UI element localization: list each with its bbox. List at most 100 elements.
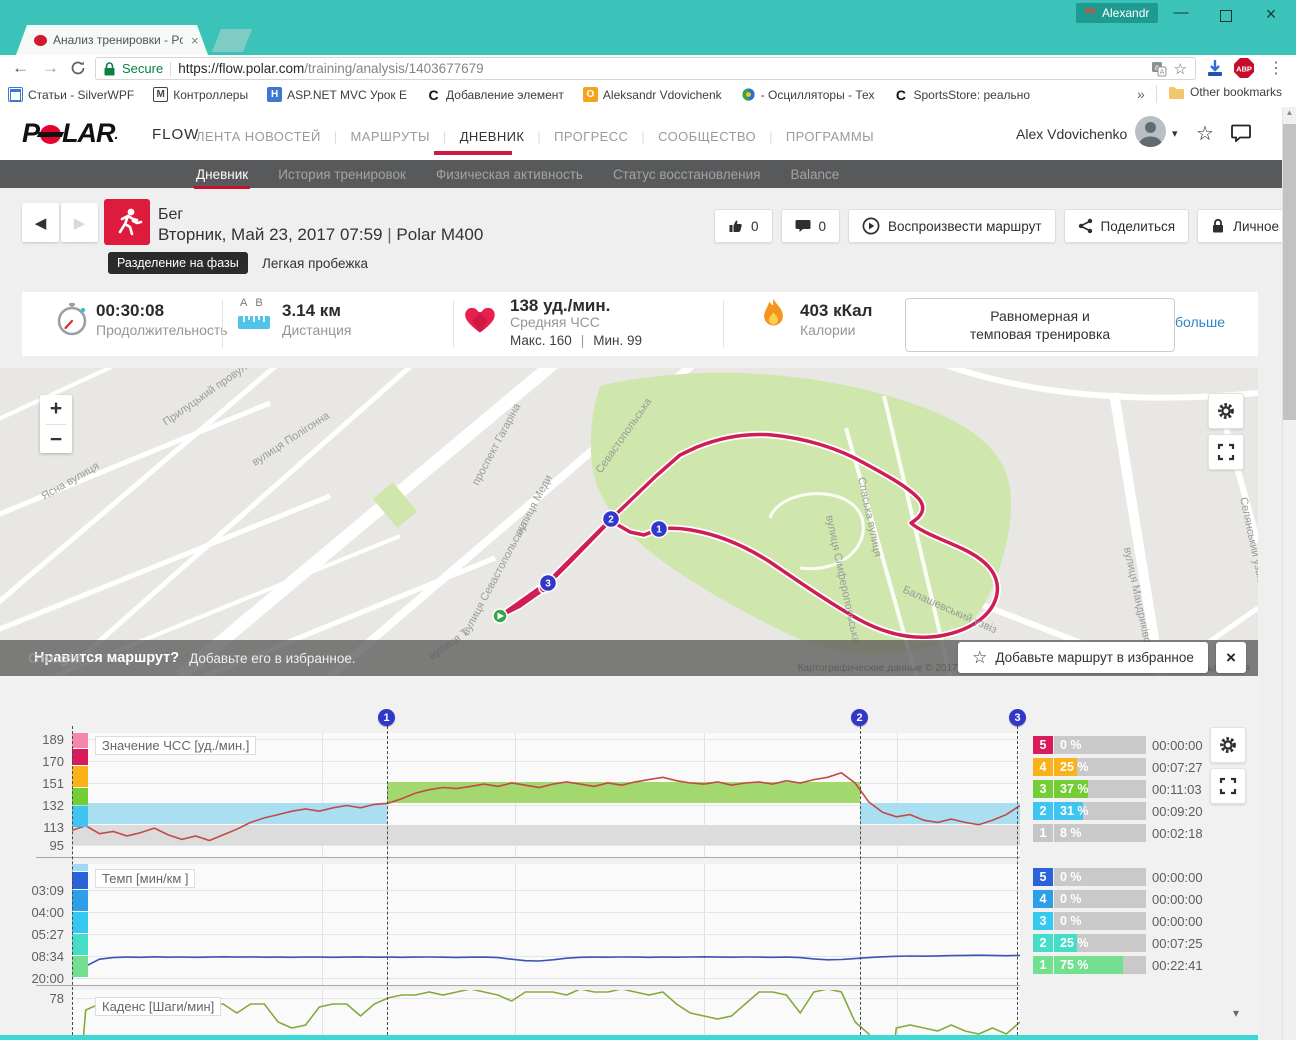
browser-menu-icon[interactable]: ⋮ — [1268, 58, 1284, 78]
download-extension-icon[interactable] — [1205, 58, 1225, 83]
browser-profile-chip[interactable]: Alexandr — [1076, 3, 1158, 23]
reload-icon — [70, 60, 86, 76]
window-close-button[interactable]: × — [1256, 4, 1286, 25]
back-button[interactable]: ← — [12, 58, 29, 78]
route-map[interactable]: вулиця Полігоннапроспект Гагарінавулиця … — [0, 368, 1258, 676]
replay-route-label: Воспроизвести маршрут — [888, 219, 1042, 234]
thumbs-up-icon — [728, 218, 743, 234]
favorites-star-icon[interactable]: ☆ — [1196, 121, 1214, 146]
nav-item-feed[interactable]: ЛЕНТА НОВОСТЕЙ — [196, 129, 321, 144]
nav-item-programs[interactable]: ПРОГРАММЫ — [786, 129, 874, 144]
subnav-recovery[interactable]: Статус восстановления — [613, 167, 761, 182]
nav-item-progress[interactable]: ПРОГРЕСС — [554, 129, 628, 144]
other-bookmarks-label: Other bookmarks — [1190, 85, 1282, 99]
color-favicon-icon — [741, 87, 756, 102]
add-route-favorite-button[interactable]: ☆ Добавьте маршрут в избранное — [958, 642, 1208, 673]
polar-main-nav: ЛЕНТА НОВОСТЕЙ| МАРШРУТЫ| ДНЕВНИК| ПРОГР… — [196, 129, 874, 144]
subnav-activity[interactable]: Физическая активность — [436, 167, 583, 182]
url-divider — [170, 62, 171, 76]
window-minimize-button[interactable]: — — [1166, 4, 1196, 21]
hr-max-min: Макс. 160|Мин. 99 — [510, 333, 642, 348]
pace-zone-row: 40 %00:00:00 — [1033, 890, 1233, 908]
nav-item-community[interactable]: СООБЩЕСТВО — [658, 129, 756, 144]
like-button[interactable]: 0 — [714, 209, 773, 243]
map-settings-button[interactable] — [1208, 393, 1244, 429]
browser-tab[interactable]: Анализ тренировки - Po × — [16, 25, 208, 55]
overlay-close-button[interactable]: × — [1216, 642, 1246, 673]
bookmark-item[interactable]: M Контроллеры — [153, 87, 248, 102]
session-datetime: Вторник, Май 23, 2017 07:59 | Polar M400 — [158, 225, 483, 245]
tab-close-icon[interactable]: × — [191, 33, 199, 48]
url-bar[interactable]: Secure https://flow.polar.com/training/a… — [95, 57, 1196, 80]
messages-icon[interactable] — [1231, 124, 1251, 147]
calories-value: 403 кКал — [800, 301, 872, 321]
forward-button[interactable]: → — [42, 58, 59, 78]
map-lap-marker-label: 3 — [545, 579, 551, 590]
street-label: Селянський узвіз — [1237, 496, 1258, 584]
nav-item-routes[interactable]: МАРШРУТЫ — [351, 129, 430, 144]
share-button[interactable]: Поделиться — [1064, 209, 1190, 243]
polar-favicon-icon — [34, 35, 47, 46]
more-link[interactable]: больше — [1175, 314, 1225, 330]
subnav-diary[interactable]: Дневник — [196, 167, 248, 182]
lap-marker-badge[interactable]: 1 — [378, 709, 395, 726]
bookmark-item[interactable]: Ϲ SportsStore: реально — [893, 87, 1030, 102]
bookmarks-overflow-chevron[interactable]: » — [1133, 86, 1149, 102]
scrollbar-thumb[interactable] — [1283, 124, 1296, 420]
translate-icon[interactable]: аA — [1151, 61, 1167, 77]
zone-color-strip — [72, 788, 88, 805]
nav-item-diary[interactable]: ДНЕВНИК — [460, 129, 525, 144]
bookmark-item[interactable]: H ASP.NET MVC Урок Е — [267, 87, 407, 102]
chart-settings-button[interactable] — [1210, 727, 1246, 763]
scrollbar-up-arrow[interactable]: ▲ — [1283, 108, 1296, 117]
pace-chart-plot[interactable] — [72, 864, 1020, 985]
adblock-icon[interactable]: ABP — [1233, 57, 1255, 84]
bookmark-label: Добавление элемент — [446, 88, 564, 102]
secure-label: Secure — [122, 61, 163, 76]
zoom-in-button[interactable]: + — [50, 397, 62, 421]
bookmark-star-icon[interactable]: ☆ — [1174, 60, 1187, 78]
next-session-button[interactable]: ▶ — [61, 203, 98, 242]
sport-name: Бег — [158, 206, 183, 224]
duration-value: 00:30:08 — [96, 301, 164, 321]
bookmark-item[interactable]: Статьи - SilverWPF — [8, 87, 134, 102]
chart-start-line — [72, 726, 73, 1040]
play-icon — [862, 217, 880, 235]
chart-fullscreen-button[interactable] — [1210, 768, 1246, 804]
other-bookmarks-button[interactable]: Other bookmarks — [1168, 85, 1282, 99]
polar-logo[interactable]: PLAR. — [22, 118, 117, 149]
phase-split-badge[interactable]: Разделение на фазы — [108, 252, 248, 274]
lap-marker-badge[interactable]: 2 — [851, 709, 868, 726]
privacy-button[interactable]: Личное — [1197, 209, 1293, 243]
zone-color-strip — [72, 934, 88, 955]
flow-label[interactable]: FLOW — [152, 126, 199, 143]
profile-chip-icon — [1085, 7, 1097, 19]
lap-marker-badge[interactable]: 3 — [1009, 709, 1026, 726]
bookmark-item[interactable]: Ϲ Добавление элемент — [426, 87, 564, 102]
subnav-balance[interactable]: Balance — [790, 167, 839, 182]
bookmark-item[interactable]: O Aleksandr Vdovichenk — [583, 87, 722, 102]
subnav-history[interactable]: История тренировок — [278, 167, 406, 182]
user-name[interactable]: Alex Vdovichenko — [1016, 126, 1127, 142]
user-menu-caret-icon[interactable]: ▾ — [1172, 127, 1178, 140]
zone-color-strip — [72, 749, 88, 765]
lap-marker-line — [1017, 726, 1018, 1040]
prev-session-button[interactable]: ◀ — [22, 203, 59, 242]
comment-button[interactable]: 0 — [781, 209, 841, 243]
bookmark-item[interactable]: - Осцилляторы - Тех — [741, 87, 875, 102]
avatar[interactable] — [1135, 116, 1166, 147]
street-label: Ясна вулиця — [40, 460, 102, 503]
zoom-out-button[interactable]: − — [50, 428, 62, 452]
pace-zone-row: 50 %00:00:00 — [1033, 868, 1233, 886]
window-maximize-button[interactable] — [1220, 10, 1232, 22]
folder-icon — [1168, 86, 1184, 99]
zones-dropdown-caret-icon[interactable]: ▾ — [1233, 1006, 1239, 1020]
polar-logo-o-icon — [40, 125, 61, 144]
reload-button[interactable] — [70, 60, 86, 81]
map-fullscreen-button[interactable] — [1208, 434, 1244, 470]
replay-route-button[interactable]: Воспроизвести маршрут — [848, 209, 1056, 243]
hr-zone-row: 231 %00:09:20 — [1033, 802, 1233, 820]
comment-icon — [795, 219, 811, 234]
hr-tick: 189 — [4, 732, 64, 747]
hr-zone-row: 337 %00:11:03 — [1033, 780, 1233, 798]
